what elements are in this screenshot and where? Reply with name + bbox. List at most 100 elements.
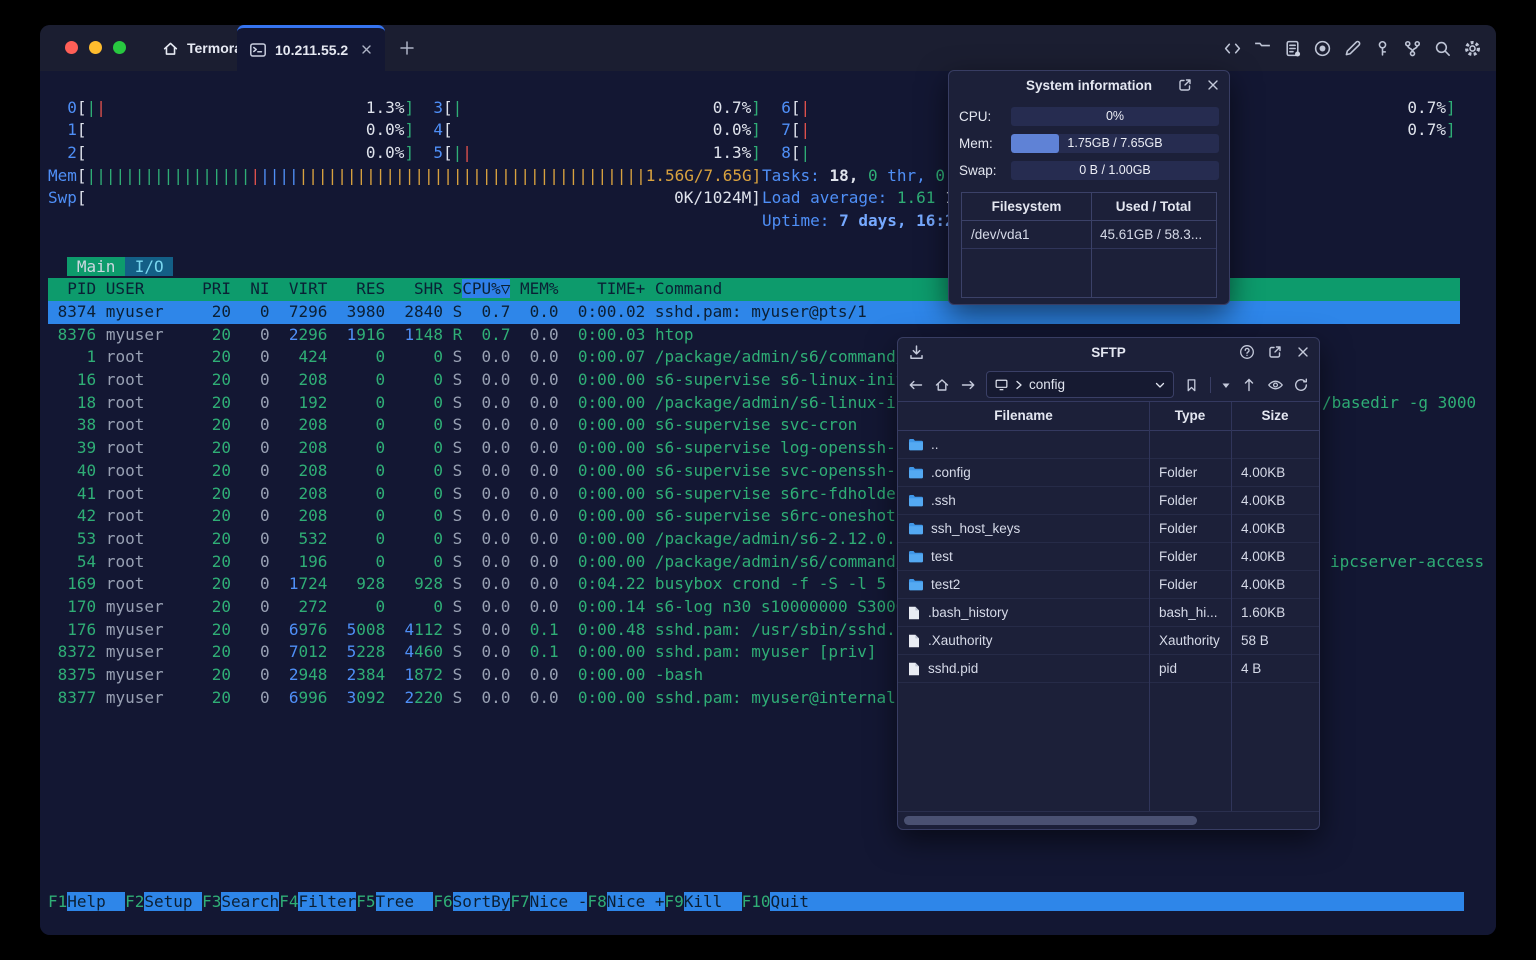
record-icon[interactable] bbox=[1313, 39, 1332, 58]
process-row[interactable]: 170 myuser 20 0 272 0 0 S 0.0 0.0 0:00.1… bbox=[48, 596, 934, 619]
filesystem-row[interactable]: /dev/vda1 45.61GB / 58.3... bbox=[962, 221, 1216, 249]
file-name: test2 bbox=[931, 577, 961, 592]
fkey-f4: F4 bbox=[279, 892, 299, 912]
home-icon[interactable] bbox=[934, 377, 950, 393]
close-tab-icon[interactable] bbox=[360, 43, 373, 56]
swap-label: Swap: bbox=[959, 163, 997, 178]
process-row[interactable]: 53 root 20 0 532 0 0 S 0.0 0.0 0:00.00 /… bbox=[48, 528, 934, 551]
process-row[interactable]: 41 root 20 0 208 0 0 S 0.0 0.0 0:00.00 s… bbox=[48, 483, 905, 506]
path-breadcrumb[interactable]: config bbox=[986, 371, 1174, 398]
close-window-button[interactable] bbox=[65, 41, 78, 54]
process-row[interactable]: 8372 myuser 20 0 7012 5228 4460 S 0.0 0.… bbox=[48, 641, 877, 664]
search-icon[interactable] bbox=[1433, 39, 1452, 58]
folder-icon bbox=[908, 466, 923, 479]
scrollbar-thumb[interactable] bbox=[904, 816, 1197, 825]
process-row[interactable]: 1 root 20 0 424 0 0 S 0.0 0.0 0:00.07 /p… bbox=[48, 346, 935, 369]
file-row[interactable]: .config Folder 4.00KB bbox=[898, 459, 1319, 487]
process-table-header[interactable]: PID USER PRI NI VIRT RES SHR SCPU%▽ MEM%… bbox=[48, 278, 1460, 301]
process-row[interactable]: 176 myuser 20 0 6976 5008 4112 S 0.0 0.1… bbox=[48, 619, 924, 642]
file-row[interactable]: .bash_history bash_hi... 1.60KB bbox=[898, 599, 1319, 627]
process-row[interactable]: 38 root 20 0 208 0 0 S 0.0 0.0 0:00.00 s… bbox=[48, 414, 857, 437]
forward-icon[interactable] bbox=[960, 377, 976, 393]
close-panel-icon[interactable] bbox=[1205, 77, 1221, 93]
tasks-line: Tasks: 18, 0 thr, 0 bbox=[762, 165, 946, 185]
fkey-action-tree[interactable]: Tree bbox=[375, 892, 434, 912]
fkey-action-kill[interactable]: Kill bbox=[683, 892, 742, 912]
file-name: .Xauthority bbox=[928, 633, 993, 648]
system-info-panel: System information CPU: 0% Mem: 1.75GB /… bbox=[948, 70, 1230, 305]
toolbar bbox=[1223, 25, 1482, 71]
file-row[interactable]: ssh_host_keys Folder 4.00KB bbox=[898, 515, 1319, 543]
minimize-window-button[interactable] bbox=[89, 41, 102, 54]
process-row[interactable]: 8375 myuser 20 0 2948 2384 1872 S 0.0 0.… bbox=[48, 664, 704, 687]
file-row[interactable]: .ssh Folder 4.00KB bbox=[898, 487, 1319, 515]
function-key-bar[interactable]: F1Help F2Setup F3SearchF4FilterF5Tree F6… bbox=[48, 891, 1465, 914]
file-row[interactable]: test2 Folder 4.00KB bbox=[898, 571, 1319, 599]
fkey-action-help[interactable]: Help bbox=[67, 892, 126, 912]
file-table-header: Filename Type Size bbox=[898, 402, 1319, 431]
fkey-action-filter[interactable]: Filter bbox=[298, 892, 357, 912]
chevron-down-icon[interactable] bbox=[1154, 379, 1166, 391]
open-in-window-icon[interactable] bbox=[1267, 344, 1283, 360]
horizontal-scrollbar[interactable] bbox=[898, 811, 1319, 829]
fkey-action-quit[interactable]: Quit bbox=[770, 892, 1465, 912]
upload-icon[interactable] bbox=[1241, 377, 1257, 393]
process-row[interactable]: 8377 myuser 20 0 6996 3092 2220 S 0.0 0.… bbox=[48, 687, 935, 710]
command-overflow-text: /basedir -g 3000 bbox=[1322, 392, 1477, 412]
cpu-label: CPU: bbox=[959, 109, 992, 124]
fkey-action-nice[interactable]: Nice - bbox=[529, 892, 588, 912]
fkey-action-sortby[interactable]: SortBy bbox=[452, 892, 511, 912]
pencil-icon[interactable] bbox=[1343, 39, 1362, 58]
open-in-window-icon[interactable] bbox=[1177, 77, 1193, 93]
zoom-window-button[interactable] bbox=[113, 41, 126, 54]
help-icon[interactable] bbox=[1239, 344, 1255, 360]
cpu-progressbar: 0% bbox=[1011, 107, 1219, 126]
folder-icon[interactable] bbox=[1253, 39, 1272, 58]
new-tab-button[interactable] bbox=[396, 37, 418, 59]
file-name: .config bbox=[931, 465, 971, 480]
mem-usage-row: Mem: 1.75GB / 7.65GB bbox=[959, 134, 1219, 153]
show-hidden-icon[interactable] bbox=[1267, 377, 1283, 393]
fkey-action-setup[interactable]: Setup bbox=[144, 892, 203, 912]
settings-icon[interactable] bbox=[1463, 39, 1482, 58]
file-row[interactable]: sshd.pid pid 4 B bbox=[898, 655, 1319, 683]
fkey-f7: F7 bbox=[510, 892, 530, 912]
process-row[interactable]: 18 root 20 0 192 0 0 S 0.0 0.0 0:00.00 /… bbox=[48, 392, 934, 415]
file-row[interactable]: .. bbox=[898, 431, 1319, 459]
process-row[interactable]: 8376 myuser 20 0 2296 1916 1148 R 0.7 0.… bbox=[48, 324, 694, 347]
htop-screen-tabs[interactable]: Main I/O bbox=[48, 256, 174, 279]
file-row[interactable]: test Folder 4.00KB bbox=[898, 543, 1319, 571]
refresh-icon[interactable] bbox=[1293, 377, 1309, 393]
current-directory: config bbox=[1029, 377, 1066, 392]
session-tab[interactable]: 10.211.55.2 bbox=[237, 25, 385, 71]
bookmark-icon[interactable] bbox=[1184, 377, 1200, 393]
folder-icon bbox=[908, 550, 923, 563]
load-average-line: Load average: 1.61 1 bbox=[762, 188, 955, 208]
sftp-panel: SFTP config Filename Type Size .. .confi… bbox=[897, 337, 1320, 830]
fkey-f10: F10 bbox=[741, 892, 771, 912]
tasks-icon[interactable] bbox=[1283, 39, 1302, 58]
process-row[interactable]: 8374 myuser 20 0 7296 3980 2840 S 0.7 0.… bbox=[48, 300, 1460, 324]
code-icon[interactable] bbox=[1223, 39, 1242, 58]
process-row[interactable]: 42 root 20 0 208 0 0 S 0.0 0.0 0:00.00 s… bbox=[48, 505, 934, 528]
back-icon[interactable] bbox=[908, 377, 924, 393]
command-overflow-text: ipcserver-access bbox=[1330, 551, 1485, 571]
mem-label: Mem: bbox=[959, 136, 993, 151]
process-row[interactable]: 16 root 20 0 208 0 0 S 0.0 0.0 0:00.00 s… bbox=[48, 369, 934, 392]
fkey-action-nice[interactable]: Nice + bbox=[606, 892, 665, 912]
file-name: .. bbox=[931, 437, 939, 452]
branch-icon[interactable] bbox=[1403, 39, 1422, 58]
fkey-f3: F3 bbox=[202, 892, 222, 912]
file-icon bbox=[908, 606, 920, 620]
process-row[interactable]: 54 root 20 0 196 0 0 S 0.0 0.0 0:00.00 /… bbox=[48, 551, 934, 574]
file-table: Filename Type Size .. .config Folder 4.00KB… bbox=[898, 401, 1319, 811]
process-row[interactable]: 169 root 20 0 1724 928 928 S 0.0 0.0 0:0… bbox=[48, 573, 886, 596]
process-row[interactable]: 39 root 20 0 208 0 0 S 0.0 0.0 0:00.00 s… bbox=[48, 437, 934, 460]
bookmark-dropdown-icon[interactable] bbox=[1221, 377, 1231, 393]
cpu-meter-line: 0[|| 1.3%] 3[| 0.7%] bbox=[48, 97, 761, 117]
close-panel-icon[interactable] bbox=[1295, 344, 1311, 360]
process-row[interactable]: 40 root 20 0 208 0 0 S 0.0 0.0 0:00.00 s… bbox=[48, 460, 934, 483]
fkey-action-search[interactable]: Search bbox=[221, 892, 280, 912]
file-row[interactable]: .Xauthority Xauthority 58 B bbox=[898, 627, 1319, 655]
key-icon[interactable] bbox=[1373, 39, 1392, 58]
